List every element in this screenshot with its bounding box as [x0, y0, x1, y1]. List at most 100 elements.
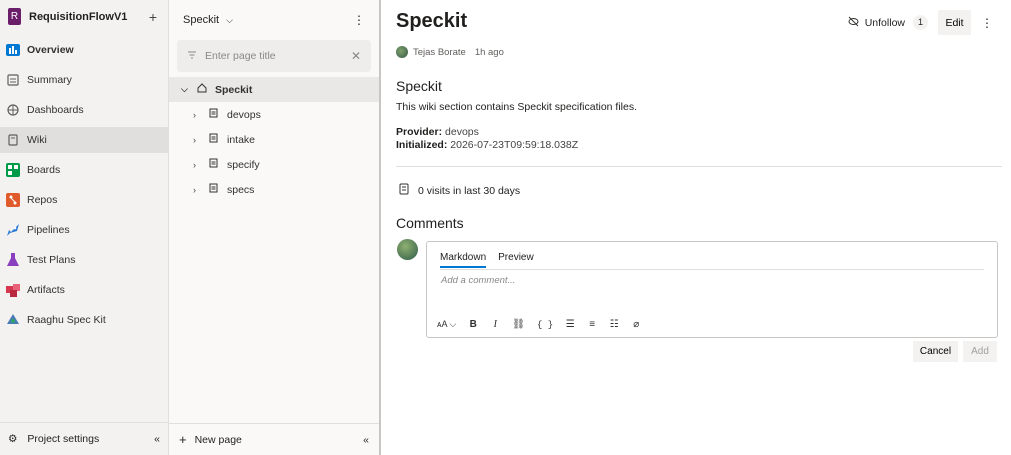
bulleted-list-icon[interactable]: ☰ — [565, 319, 575, 330]
wiki-selector-title: Speckit ⌵ — [183, 14, 233, 26]
divider — [396, 166, 1002, 167]
nav-item-artifacts[interactable]: Artifacts — [0, 277, 168, 303]
comment-input[interactable]: Add a comment... — [441, 275, 515, 286]
numbered-list-icon[interactable]: ≡ — [587, 319, 597, 330]
wiki-icon — [4, 131, 22, 149]
more-options-icon[interactable]: ⋮ — [353, 13, 365, 27]
visits-stat: 0 visits in last 30 days — [398, 183, 520, 198]
tree-item-label: devops — [227, 108, 261, 121]
checklist-icon[interactable]: ☷ — [609, 319, 619, 330]
italic-icon[interactable]: I — [490, 319, 500, 330]
nav-item-repos[interactable]: Repos — [0, 187, 168, 213]
nav-item-dashboards[interactable]: Dashboards — [0, 97, 168, 123]
testplans-icon — [4, 251, 22, 269]
link-icon[interactable]: ⛓ — [512, 319, 525, 330]
summary-icon — [4, 71, 22, 89]
comments-heading: Comments — [396, 215, 464, 231]
visits-text: 0 visits in last 30 days — [418, 184, 521, 197]
wiki-tree-pane: Speckit ⌵ ⋮ Enter page title ✕ ⌵ Speckit… — [169, 0, 381, 455]
comment-editor: Markdown Preview Add a comment... ᴀA ⌵ B… — [426, 241, 998, 338]
artifacts-icon — [4, 281, 22, 299]
chevron-down-icon[interactable]: ⌵ — [181, 84, 193, 95]
avatar — [396, 46, 408, 58]
nav-item-summary[interactable]: Summary — [0, 67, 168, 93]
collapse-tree-icon[interactable]: « — [363, 434, 369, 446]
unfollow-label: Unfollow — [864, 16, 905, 29]
nav-label: Overview — [27, 44, 74, 56]
page-icon — [209, 133, 223, 146]
nav-label: Wiki — [27, 134, 47, 146]
tree-item-root[interactable]: ⌵ Speckit — [169, 77, 379, 102]
nav-item-raaghu-spec-kit[interactable]: Raaghu Spec Kit — [0, 307, 168, 333]
new-page-bar: + New page « — [169, 423, 379, 455]
more-options-icon[interactable]: ⋮ — [977, 16, 997, 30]
tree-item-label: specs — [227, 183, 255, 196]
follower-count-badge: 1 — [913, 15, 928, 30]
nav-label: Pipelines — [27, 224, 70, 236]
cancel-button[interactable]: Cancel — [913, 341, 958, 362]
chevron-right-icon[interactable]: › — [193, 110, 205, 120]
provider-label: Provider: — [396, 126, 443, 138]
tree-item-intake[interactable]: › intake — [169, 127, 379, 152]
nav-item-boards[interactable]: Boards — [0, 157, 168, 183]
chevron-down-icon: ⌵ — [226, 15, 233, 25]
tree-item-devops[interactable]: › devops — [169, 102, 379, 127]
extension-icon — [4, 311, 22, 329]
author-row: Tejas Borate 1h ago — [396, 46, 504, 58]
nav-item-overview[interactable]: Overview — [0, 37, 168, 63]
tab-markdown[interactable]: Markdown — [440, 252, 487, 268]
chevron-right-icon[interactable]: › — [193, 135, 205, 145]
chevron-right-icon[interactable]: › — [193, 185, 205, 195]
project-header[interactable]: R RequisitionFlowV1 + — [0, 0, 168, 33]
home-icon — [197, 83, 211, 96]
plus-icon[interactable]: + — [149, 9, 157, 25]
formatting-toolbar: ᴀA ⌵ B I ⛓ { } ☰ ≡ ☷ ⌀ — [437, 319, 641, 330]
avatar — [397, 239, 418, 260]
bold-icon[interactable]: B — [468, 319, 478, 330]
chevron-right-icon[interactable]: › — [193, 160, 205, 170]
pipelines-icon — [4, 221, 22, 239]
edit-button[interactable]: Edit — [938, 10, 971, 35]
page-icon — [209, 108, 223, 121]
nav-item-pipelines[interactable]: Pipelines — [0, 217, 168, 243]
visits-icon — [398, 183, 410, 198]
tree-item-label: Speckit — [215, 83, 253, 96]
nav-item-wiki[interactable]: Wiki — [0, 127, 168, 153]
collapse-nav-icon[interactable]: « — [154, 433, 160, 445]
page-title: Speckit — [396, 10, 468, 32]
initialized-label: Initialized: — [396, 139, 448, 151]
initialized-value: 2026-07-23T09:59:18.038Z — [450, 139, 579, 151]
nav-item-testplans[interactable]: Test Plans — [0, 247, 168, 273]
nav-label: Artifacts — [27, 284, 65, 296]
close-icon[interactable]: ✕ — [351, 49, 361, 63]
page-icon — [209, 158, 223, 171]
font-size-icon[interactable]: ᴀA ⌵ — [437, 319, 456, 330]
content-description: This wiki section contains Speckit speci… — [396, 101, 638, 113]
page-search-input[interactable]: Enter page title ✕ — [177, 40, 371, 72]
project-settings-label: Project settings — [27, 433, 100, 445]
page-actions: Unfollow 1 Edit ⋮ — [844, 10, 997, 35]
project-settings[interactable]: ⚙ Project settings « — [0, 422, 168, 455]
page-icon — [209, 183, 223, 196]
project-nav: R RequisitionFlowV1 + Overview Summary D… — [0, 0, 169, 455]
project-name[interactable]: RequisitionFlowV1 — [29, 11, 149, 23]
wiki-selector[interactable]: Speckit ⌵ ⋮ — [169, 0, 379, 40]
tree-item-label: intake — [227, 133, 256, 146]
new-page-button[interactable]: New page — [195, 434, 364, 446]
filter-icon — [187, 50, 197, 63]
tree-item-specify[interactable]: › specify — [169, 152, 379, 177]
tab-preview[interactable]: Preview — [498, 252, 534, 268]
wiki-page-content: Speckit Unfollow 1 Edit ⋮ Tejas Borate 1… — [383, 0, 1011, 455]
tree-item-specs[interactable]: › specs — [169, 177, 379, 202]
nav-label: Test Plans — [27, 254, 76, 266]
unfollow-button[interactable]: Unfollow 1 — [844, 11, 932, 35]
plus-icon[interactable]: + — [179, 432, 187, 447]
project-avatar: R — [8, 8, 21, 25]
author-name[interactable]: Tejas Borate — [413, 47, 466, 58]
add-comment-button[interactable]: Add — [963, 341, 997, 362]
attachment-icon[interactable]: ⌀ — [631, 319, 641, 330]
tree-item-label: specify — [227, 158, 260, 171]
code-icon[interactable]: { } — [537, 320, 553, 330]
nav-label: Boards — [27, 164, 61, 176]
time-ago: 1h ago — [474, 46, 504, 58]
